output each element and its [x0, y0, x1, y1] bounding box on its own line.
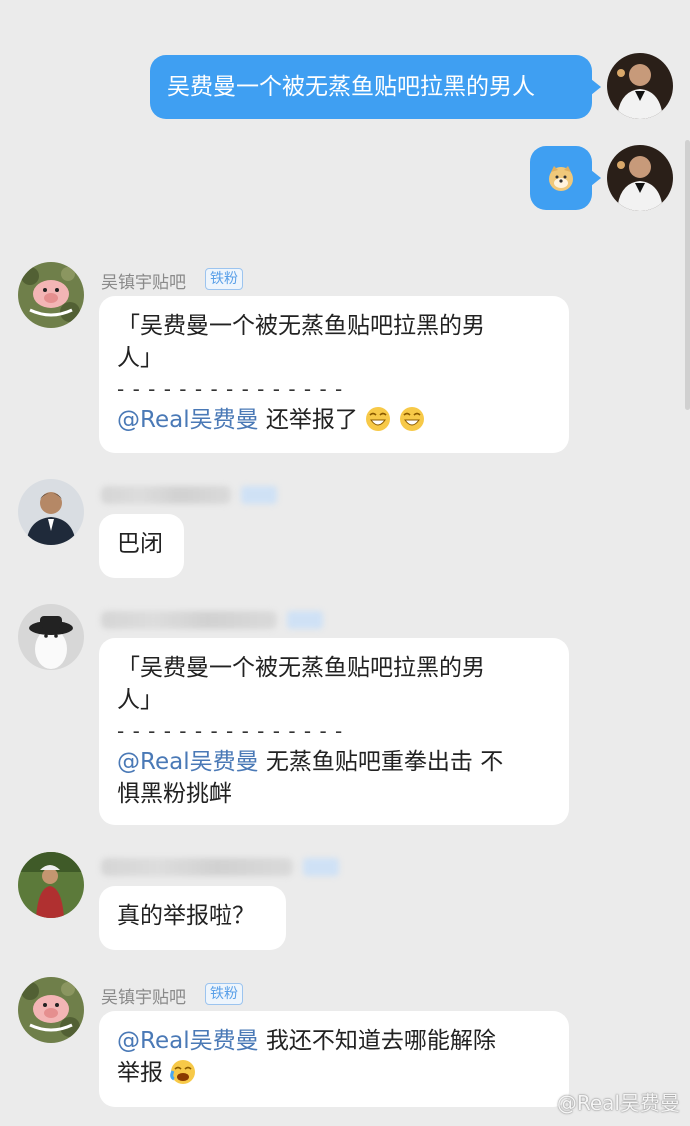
user-avatar[interactable] [18, 479, 84, 545]
laughing-emoji-icon [365, 407, 398, 433]
scrollbar[interactable] [685, 140, 690, 410]
doge-icon [547, 164, 575, 201]
message-bubble[interactable]: 「吴费曼一个被无蒸鱼贴吧拉黑的男 人」 - - - - - - - - - - … [99, 296, 569, 453]
message-line: @Real吴费曼 我还不知道去哪能解除 [117, 1028, 496, 1054]
message-line: 举报 [117, 1057, 551, 1089]
message-text: 吴费曼一个被无蒸鱼贴吧拉黑的男人 [167, 74, 535, 100]
message-line: 人」 [117, 687, 163, 713]
blurred-badge [241, 486, 277, 504]
fan-badge: 铁粉 [205, 268, 243, 290]
pig-logo-avatar[interactable] [18, 262, 84, 328]
message-bubble[interactable]: 真的举报啦？ [99, 886, 286, 950]
blurred-sender-name [101, 858, 293, 876]
crying-laughing-emoji-icon [163, 1060, 196, 1086]
blurred-sender-name [101, 486, 231, 504]
message-text: 真的举报啦？ [117, 903, 255, 929]
message-line: @Real吴费曼 还举报了 [117, 404, 551, 436]
blurred-sender-name [101, 611, 277, 629]
message-text: 巴闭 [117, 531, 163, 557]
message-line: 「吴费曼一个被无蒸鱼贴吧拉黑的男 [117, 313, 485, 339]
sender-name[interactable]: 吴镇宇贴吧 [101, 983, 186, 1008]
watermark: @Real吴费曼 [556, 1091, 680, 1115]
mention-link[interactable]: @Real吴费曼 [117, 407, 259, 433]
message-line: 「吴费曼一个被无蒸鱼贴吧拉黑的男 [117, 655, 485, 681]
message-line: 人」 [117, 345, 163, 371]
blurred-badge [287, 611, 323, 629]
self-avatar[interactable] [607, 53, 673, 119]
blurred-badge [303, 858, 339, 876]
sent-sticker-bubble[interactable] [530, 146, 601, 210]
quote-divider: - - - - - - - - - - - - - - - [117, 719, 344, 743]
sent-message-bubble[interactable]: 吴费曼一个被无蒸鱼贴吧拉黑的男人 [150, 55, 601, 119]
user-avatar[interactable] [18, 852, 84, 918]
message-bubble[interactable]: 巴闭 [99, 514, 184, 578]
pig-logo-avatar[interactable] [18, 977, 84, 1043]
message-line: @Real吴费曼 无蒸鱼贴吧重拳出击 不 [117, 749, 504, 775]
laughing-emoji-icon [399, 407, 425, 433]
mention-link[interactable]: @Real吴费曼 [117, 749, 259, 775]
sender-name[interactable]: 吴镇宇贴吧 [101, 268, 186, 293]
self-avatar[interactable] [607, 145, 673, 211]
message-bubble[interactable]: 「吴费曼一个被无蒸鱼贴吧拉黑的男 人」 - - - - - - - - - - … [99, 638, 569, 825]
user-avatar[interactable] [18, 604, 84, 670]
mention-link[interactable]: @Real吴费曼 [117, 1028, 259, 1054]
message-line: 惧黑粉挑衅 [117, 781, 232, 807]
message-bubble[interactable]: @Real吴费曼 我还不知道去哪能解除 举报 [99, 1011, 569, 1107]
fan-badge: 铁粉 [205, 983, 243, 1005]
quote-divider: - - - - - - - - - - - - - - - [117, 377, 344, 401]
